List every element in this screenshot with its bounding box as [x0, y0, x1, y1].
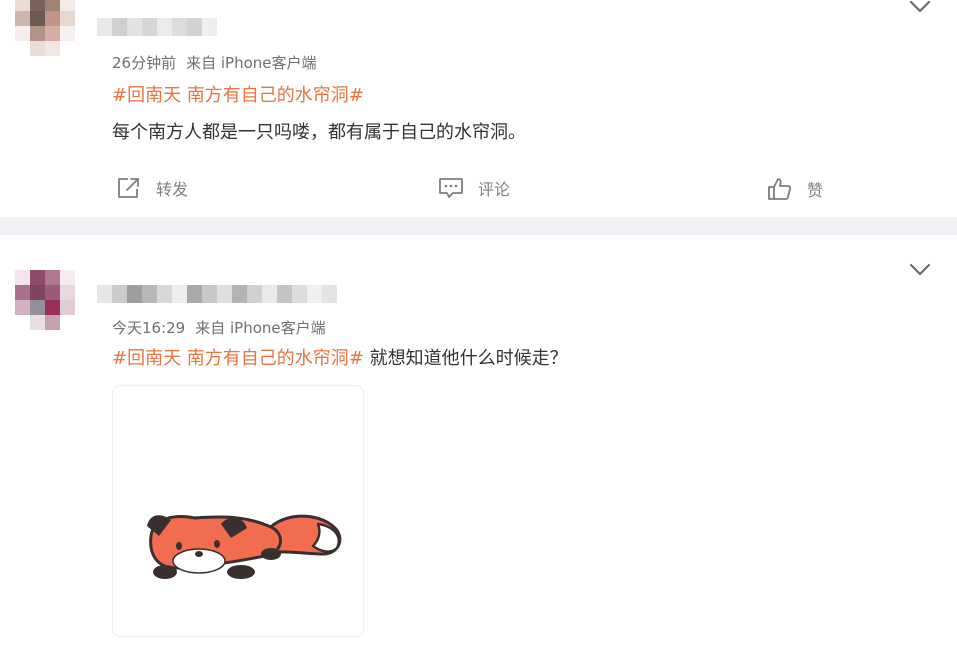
post-source: 来自 iPhone客户端 [195, 319, 326, 337]
username-blurred[interactable] [97, 285, 337, 303]
fox-eye-right [214, 540, 220, 548]
post-meta: 26分钟前 来自 iPhone客户端 [112, 52, 317, 73]
post-content-line: #回南天 南方有自己的水帘洞# 就想知道他什么时候走？ [112, 347, 568, 371]
username-blurred[interactable] [97, 18, 217, 36]
thumbs-up-icon [768, 178, 792, 200]
comment-icon [439, 178, 463, 198]
feed-divider [0, 217, 957, 235]
comment-button[interactable]: 评论 [438, 176, 510, 200]
topic-link[interactable]: #回南天 南方有自己的水帘洞# [112, 84, 364, 108]
post-content: 就想知道他什么时候走？ [369, 348, 568, 369]
topic-link[interactable]: #回南天 南方有自己的水帘洞# [112, 348, 364, 369]
post-image[interactable] [112, 385, 364, 637]
fox-nose [195, 551, 203, 557]
fox-paw-right [227, 565, 255, 579]
fox-eye-left [176, 542, 182, 550]
comment-label: 评论 [478, 180, 511, 199]
feed-post: 26分钟前 来自 iPhone客户端 #回南天 南方有自己的水帘洞# 每个南方人都… [0, 0, 957, 217]
like-button[interactable]: 赞 [767, 177, 823, 201]
chevron-down-icon[interactable] [909, 263, 931, 277]
chevron-down-icon[interactable] [909, 0, 931, 14]
feed-post: 今天16:29 来自 iPhone客户端 #回南天 南方有自己的水帘洞# 就想知道… [0, 235, 957, 651]
post-source: 来自 iPhone客户端 [186, 54, 317, 72]
post-meta: 今天16:29 来自 iPhone客户端 [112, 317, 326, 338]
fox-hind-paw [261, 548, 281, 560]
fox-paw-left [153, 565, 177, 579]
sleeping-fox-image [147, 514, 342, 579]
avatar[interactable] [15, 270, 75, 330]
repost-icon [118, 178, 139, 198]
like-label: 赞 [807, 181, 824, 200]
post-timestamp[interactable]: 今天16:29 [112, 319, 185, 337]
avatar[interactable] [15, 0, 75, 56]
post-content: 每个南方人都是一只吗喽，都有属于自己的水帘洞。 [112, 122, 526, 143]
repost-label: 转发 [156, 180, 189, 199]
repost-button[interactable]: 转发 [116, 176, 188, 200]
post-timestamp[interactable]: 26分钟前 [112, 54, 176, 72]
